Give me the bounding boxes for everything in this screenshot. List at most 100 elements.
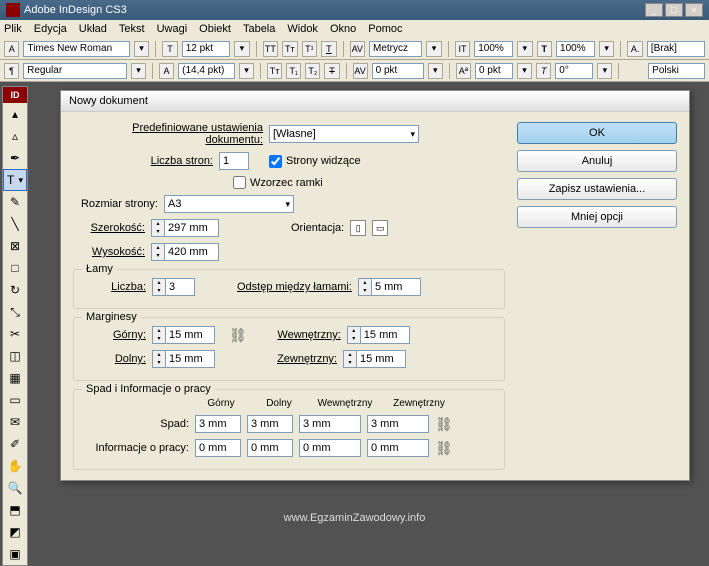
margin-outside-input[interactable]: ▴▾ (343, 350, 406, 368)
font-size-field[interactable]: 12 pkt (182, 41, 230, 57)
page-size-select[interactable]: A3 (164, 195, 294, 213)
menu-plik[interactable]: Plik (4, 23, 22, 35)
menu-widok[interactable]: Widok (287, 23, 318, 35)
menu-edycja[interactable]: Edycja (34, 23, 67, 35)
subscript2-icon[interactable]: T₂ (305, 63, 320, 79)
line-tool[interactable]: ╲ (3, 213, 27, 235)
slug-outside-input[interactable] (367, 439, 429, 457)
language-field[interactable]: Polski (648, 63, 705, 79)
pencil-tool[interactable]: ✎ (3, 191, 27, 213)
rotate-tool[interactable]: ↻ (3, 279, 27, 301)
caps-icon[interactable]: Tᴛ (267, 63, 282, 79)
char-style-field[interactable]: [Brak] (647, 41, 705, 57)
font-weight-field[interactable]: Regular (23, 63, 127, 79)
eyedropper-tool[interactable]: ✐ (3, 433, 27, 455)
dropdown-icon[interactable]: ▾ (599, 41, 614, 57)
color-toggle[interactable]: ◩ (3, 521, 27, 543)
hand-tool[interactable]: ✋ (3, 455, 27, 477)
orientation-portrait[interactable]: ▯ (350, 220, 366, 236)
hscale-field[interactable]: 100% (474, 41, 513, 57)
zoom-tool[interactable]: 🔍 (3, 477, 27, 499)
leading-icon: A (159, 63, 174, 79)
link-margins-icon[interactable]: ⛓ (229, 327, 247, 344)
dropdown-icon[interactable]: ▾ (234, 41, 249, 57)
menu-pomoc[interactable]: Pomoc (368, 23, 402, 35)
note-tool[interactable]: ✉ (3, 411, 27, 433)
dropdown-icon[interactable]: ▾ (131, 63, 146, 79)
vscale-field[interactable]: 100% (556, 41, 595, 57)
close-button[interactable]: × (685, 3, 703, 17)
rectangle-frame-tool[interactable]: ⊠ (3, 235, 27, 257)
scissors-tool[interactable]: ✂ (3, 323, 27, 345)
scale-tool[interactable]: ⤡ (3, 301, 27, 323)
preset-select[interactable]: [Własne] (269, 125, 419, 143)
char-panel-icon[interactable]: A (4, 41, 19, 57)
leading-field[interactable]: (14,4 pkt) (178, 63, 235, 79)
fewer-options-button[interactable]: Mniej opcji (517, 206, 677, 228)
link-bleed-icon[interactable]: ⛓ (435, 416, 453, 433)
dropdown-icon[interactable]: ▾ (426, 41, 441, 57)
allcaps-icon[interactable]: TT (263, 41, 278, 57)
height-input[interactable]: ▴▾ (151, 243, 219, 261)
save-preset-button[interactable]: Zapisz ustawienia... (517, 178, 677, 200)
fill-stroke-swap[interactable]: ⬒ (3, 499, 27, 521)
direct-selection-tool[interactable]: ▵ (3, 125, 27, 147)
rectangle-tool[interactable]: □ (3, 257, 27, 279)
margin-top-input[interactable]: ▴▾ (152, 326, 215, 344)
menu-obiekt[interactable]: Obiekt (199, 23, 231, 35)
superscript-icon[interactable]: T¹ (302, 41, 317, 57)
minimize-button[interactable]: _ (645, 3, 663, 17)
gradient-tool[interactable]: ▦ (3, 367, 27, 389)
width-label: Szerokość: (73, 222, 145, 234)
strike-icon[interactable]: T (324, 63, 339, 79)
para-panel-icon[interactable]: ¶ (4, 63, 19, 79)
baseline-field[interactable]: 0 pkt (475, 63, 513, 79)
link-slug-icon[interactable]: ⛓ (435, 440, 453, 457)
subscript-icon[interactable]: T₁ (286, 63, 301, 79)
dropdown-icon[interactable]: ▾ (517, 63, 532, 79)
type-tool[interactable]: T (3, 169, 27, 191)
columns-count-input[interactable]: ▴▾ (152, 278, 195, 296)
cancel-button[interactable]: Anuluj (517, 150, 677, 172)
ok-button[interactable]: OK (517, 122, 677, 144)
selection-tool[interactable]: ▴ (3, 103, 27, 125)
gutter-input[interactable]: ▴▾ (358, 278, 421, 296)
margin-bottom-input[interactable]: ▴▾ (152, 350, 215, 368)
menu-uwagi[interactable]: Uwagi (157, 23, 188, 35)
screen-mode[interactable]: ▣ (3, 543, 27, 565)
skew-field[interactable]: 0° (555, 63, 593, 79)
facing-pages-checkbox[interactable]: Strony widzące (269, 155, 361, 168)
slug-label: Informacje o pracy: (84, 442, 189, 454)
menubar: Plik Edycja Układ Tekst Uwagi Obiekt Tab… (0, 20, 709, 38)
smallcaps-icon[interactable]: Tᴛ (282, 41, 297, 57)
slug-inside-input[interactable] (299, 439, 361, 457)
tracking-field[interactable]: 0 pkt (372, 63, 424, 79)
bleed-inside-input[interactable] (299, 415, 361, 433)
dropdown-icon[interactable]: ▾ (428, 63, 443, 79)
free-transform-tool[interactable]: ◫ (3, 345, 27, 367)
margin-inside-input[interactable]: ▴▾ (347, 326, 410, 344)
bleed-outside-input[interactable] (367, 415, 429, 433)
dropdown-icon[interactable]: ▾ (239, 63, 254, 79)
pages-input[interactable] (219, 152, 249, 170)
dropdown-icon[interactable]: ▾ (134, 41, 149, 57)
slug-top-input[interactable] (195, 439, 241, 457)
menu-uklad[interactable]: Układ (79, 23, 107, 35)
slug-bottom-input[interactable] (247, 439, 293, 457)
dropdown-icon[interactable]: ▾ (597, 63, 612, 79)
menu-tabela[interactable]: Tabela (243, 23, 275, 35)
width-input[interactable]: ▴▾ (151, 219, 219, 237)
maximize-button[interactable]: □ (665, 3, 683, 17)
pen-tool[interactable]: ✒ (3, 147, 27, 169)
font-family-field[interactable]: Times New Roman (23, 41, 129, 57)
bleed-bottom-input[interactable] (247, 415, 293, 433)
menu-okno[interactable]: Okno (330, 23, 356, 35)
menu-tekst[interactable]: Tekst (119, 23, 145, 35)
kerning-field[interactable]: Metrycz (369, 41, 422, 57)
master-frame-checkbox[interactable]: Wzorzec ramki (233, 176, 323, 189)
dropdown-icon[interactable]: ▾ (517, 41, 532, 57)
underline-icon[interactable]: T (321, 41, 336, 57)
orientation-landscape[interactable]: ▭ (372, 220, 388, 236)
bleed-top-input[interactable] (195, 415, 241, 433)
button-tool[interactable]: ▭ (3, 389, 27, 411)
